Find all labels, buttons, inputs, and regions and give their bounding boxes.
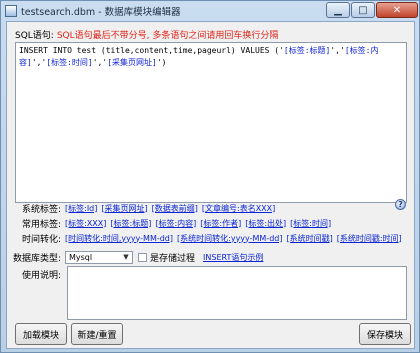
sql-hint: SQL语句最后不带分号, 多条语句之间请用回车换行分隔	[56, 30, 279, 41]
db-type-select[interactable]: Mysql ▼	[65, 250, 133, 264]
system-tags-row: 系统标签: [标签:Id] [采集页网址] [数据表前缀] [文章编号:表名XX…	[7, 202, 416, 215]
editor-window: testsearch.dbm - 数据库模块编辑器 ▁ □ ✕ SQL语句: S…	[0, 0, 420, 353]
sql-tag-time: [标签:时间]	[46, 58, 93, 67]
usage-label: 使用说明:	[21, 271, 61, 281]
system-tags-label: 系统标签:	[21, 204, 61, 215]
tag-link-source[interactable]: [标签:出处]	[245, 218, 286, 229]
tag-link-table-prefix[interactable]: [数据表前缀]	[152, 203, 198, 214]
save-module-button[interactable]: 保存模块	[359, 323, 411, 345]
tag-link-time[interactable]: [标签:时间]	[290, 218, 331, 229]
sql-notice: SQL语句: SQL语句最后不带分号, 多条语句之间请用回车换行分隔	[15, 28, 279, 41]
db-type-value: Mysql	[69, 252, 93, 262]
sql-prefix: INSERT INTO test (title,content,time,pag…	[19, 46, 284, 55]
usage-textarea[interactable]	[67, 266, 407, 320]
time-link-timestamp-time[interactable]: [系统时间戳:时间]	[337, 233, 402, 244]
time-link-timestamp[interactable]: [系统时间戳]	[286, 233, 332, 244]
close-button[interactable]: ✕	[376, 2, 418, 18]
time-link-system-convert[interactable]: [系统时间转化:yyyy-MM-dd]	[177, 233, 282, 244]
minimize-button[interactable]: ▁	[326, 2, 350, 18]
sql-tag-title: [标签:标题]	[283, 46, 331, 55]
maximize-button[interactable]: □	[351, 2, 375, 18]
db-type-row: 数据库类型: Mysql ▼ 是存储过程 INSERT语句示例	[7, 250, 416, 264]
stored-procedure-checkbox[interactable]	[138, 252, 147, 262]
sql-editor[interactable]: INSERT INTO test (title,content,time,pag…	[15, 42, 407, 203]
common-tags-row: 常用标签: [标签:XXX] [标签:标题] [标签:内容] [标签:作者] […	[7, 217, 416, 230]
sql-sep-1: ','	[330, 46, 345, 55]
tag-link-id[interactable]: [标签:Id]	[65, 203, 97, 214]
sql-sep-3: ','	[92, 58, 108, 67]
time-convert-row: 时间转化: [时间转化:时间,yyyy-MM-dd] [系统时间转化:yyyy-…	[7, 232, 416, 245]
chevron-down-icon: ▼	[123, 253, 129, 261]
insert-example-link[interactable]: INSERT语句示例	[203, 252, 263, 263]
app-icon	[5, 5, 17, 17]
tag-link-article-id[interactable]: [文章编号:表名XXX]	[202, 203, 275, 214]
new-reset-button[interactable]: 新建/重置	[71, 323, 123, 345]
db-type-label: 数据库类型:	[12, 253, 61, 264]
stored-procedure-label: 是存储过程	[150, 253, 196, 264]
tag-link-page-url[interactable]: [采集页网址]	[101, 203, 147, 214]
window-title: testsearch.dbm - 数据库模块编辑器	[21, 7, 181, 18]
tag-link-author[interactable]: [标签:作者]	[200, 218, 241, 229]
time-convert-label: 时间转化:	[21, 234, 61, 245]
sql-suffix: ')	[156, 58, 167, 67]
tag-link-xxx[interactable]: [标签:XXX]	[65, 218, 106, 229]
time-link-convert[interactable]: [时间转化:时间,yyyy-MM-dd]	[65, 233, 173, 244]
tag-link-title[interactable]: [标签:标题]	[110, 218, 151, 229]
sql-tag-pageurl: [采集页网址]	[107, 58, 157, 67]
common-tags-label: 常用标签:	[21, 219, 61, 230]
sql-label: SQL语句:	[15, 30, 54, 41]
help-icon[interactable]: ?	[395, 199, 406, 210]
tag-link-content[interactable]: [标签:内容]	[155, 218, 196, 229]
load-module-button[interactable]: 加载模块	[15, 323, 67, 345]
client-area: SQL语句: SQL语句最后不带分号, 多条语句之间请用回车换行分隔 INSER…	[6, 21, 415, 349]
sql-sep-2: ','	[31, 58, 47, 67]
